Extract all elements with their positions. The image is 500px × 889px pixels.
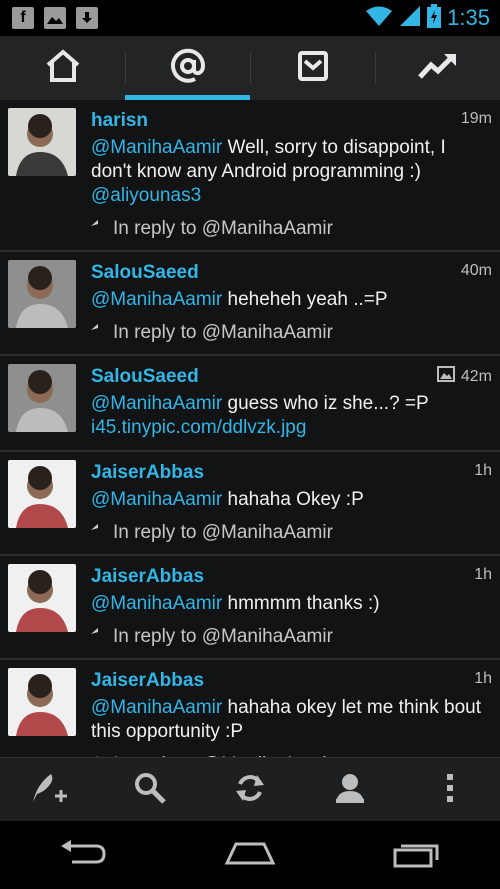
recent-apps-button[interactable] [333,821,500,889]
wifi-icon [365,5,393,32]
tweet-row[interactable]: JaiserAbbas 1h @ManihaAamir hahaha Okey :P… [0,452,500,556]
image-attachment-icon [436,366,455,387]
in-reply-to-label: In reply to @ManihaAamir [113,322,333,343]
tweet-link[interactable]: @aliyounas3 [91,185,201,206]
tweet-timestamp: 19m [460,110,492,127]
tweet-username[interactable]: JaiserAbbas [91,668,490,694]
refresh-icon [233,771,267,810]
gallery-notification-icon [44,7,66,29]
tweet-text: @ManihaAamir Well, sorry to disappoint, … [91,136,490,208]
in-reply-to[interactable]: In reply to @ManihaAamir [91,218,490,240]
tweet-age: 42m [436,366,492,387]
clock: 1:35 [447,5,490,30]
mention-link[interactable]: @ManihaAamir [91,489,222,510]
tweet-age: 40m [461,262,492,280]
tab-messages[interactable] [250,36,375,100]
tweet-username[interactable]: harisn [91,108,490,134]
in-reply-to[interactable]: In reply to @ManihaAamir [91,322,490,344]
avatar[interactable] [8,364,76,432]
search-icon [133,771,167,810]
facebook-notification-icon: f [12,7,34,29]
avatar[interactable] [8,668,76,736]
tweet-age: 1h [474,566,492,584]
tweet-timestamp: 1h [474,670,492,687]
tweet-text: @ManihaAamir heheheh yeah ..=P [91,288,490,312]
mention-link[interactable]: @ManihaAamir [91,393,222,414]
bottom-toolbar [0,757,500,822]
tweet-timestamp: 42m [460,367,492,385]
tab-trends[interactable] [375,36,500,100]
home-nav-button[interactable] [167,821,334,889]
refresh-button[interactable] [200,758,300,822]
profile-button[interactable] [300,758,400,822]
in-reply-to-label: In reply to @ManihaAamir [113,522,333,543]
back-button[interactable] [0,821,167,889]
mail-icon [297,50,329,87]
in-reply-to[interactable]: In reply to @ManihaAamir [91,522,490,544]
tweet-timestamp: 1h [474,462,492,479]
avatar[interactable] [8,460,76,528]
in-reply-to-label: In reply to @ManihaAamir [113,626,333,647]
tweet-username[interactable]: JaiserAbbas [91,564,490,590]
home-nav-icon [224,840,276,871]
tweet-age: 1h [474,670,492,688]
status-bar: f 1:35 [0,0,500,36]
overflow-menu-icon [445,772,455,809]
tweet-text: @ManihaAamir hahaha okey let me think bo… [91,696,490,744]
reply-arrow-icon [91,522,109,544]
tweet-text: @ManihaAamir hmmmm thanks :) [91,592,490,616]
tweet-age: 1h [474,462,492,480]
battery-icon [427,3,442,33]
tweet-row[interactable]: JaiserAbbas 1h @ManihaAamir hmmmm thanks :… [0,556,500,660]
trending-icon [417,51,458,86]
tweet-link[interactable]: i45.tinypic.com/ddlvzk.jpg [91,417,306,438]
tweet-username[interactable]: SalouSaeed [91,364,490,390]
mention-link[interactable]: @ManihaAamir [91,289,222,310]
tab-home[interactable] [0,36,125,100]
back-icon [58,839,108,871]
compose-icon [29,770,71,811]
avatar[interactable] [8,108,76,176]
reply-arrow-icon [91,626,109,648]
tweet-text: @ManihaAamir hahaha Okey :P [91,488,490,512]
profile-icon [335,772,365,809]
home-icon [44,48,82,88]
in-reply-to-label: In reply to @ManihaAamir [113,218,333,239]
compose-button[interactable] [0,758,100,822]
tweet-body: heheheh yeah ..=P [222,289,388,310]
system-nav-bar [0,821,500,889]
tweet-timestamp: 1h [474,566,492,583]
tweet-username[interactable]: SalouSaeed [91,260,490,286]
mention-link[interactable]: @ManihaAamir [91,593,222,614]
mentions-timeline[interactable]: harisn 19m @ManihaAamir Well, sorry to dis… [0,100,500,757]
tweet-body: hmmmm thanks :) [222,593,380,614]
reply-arrow-icon [91,322,109,344]
tweet-row[interactable]: JaiserAbbas 1h @ManihaAamir hahaha okey le… [0,660,500,757]
mention-link[interactable]: @ManihaAamir [91,697,222,718]
avatar[interactable] [8,260,76,328]
tab-mentions[interactable] [125,36,250,100]
in-reply-to[interactable]: In reply to @ManihaAamir [91,626,490,648]
tweet-row[interactable]: harisn 19m @ManihaAamir Well, sorry to dis… [0,100,500,252]
tweet-body: hahaha Okey :P [222,489,364,510]
tweet-username[interactable]: JaiserAbbas [91,460,490,486]
avatar[interactable] [8,564,76,632]
overflow-menu-button[interactable] [400,758,500,822]
tweet-row[interactable]: SalouSaeed 42m @ManihaAamir guess who iz s… [0,356,500,452]
mention-link[interactable]: @ManihaAamir [91,137,222,158]
tab-bar [0,36,500,101]
search-button[interactable] [100,758,200,822]
tweet-age: 19m [461,110,492,128]
download-notification-icon [76,7,98,29]
reply-arrow-icon [91,218,109,240]
tweet-timestamp: 40m [460,262,492,279]
tweet-row[interactable]: SalouSaeed 40m @ManihaAamir heheheh yeah .… [0,252,500,356]
tweet-text: @ManihaAamir guess who iz she...? =P i45.… [91,392,490,440]
signal-icon [399,5,421,32]
tweet-body: guess who iz she...? =P [222,393,429,414]
recent-apps-icon [392,838,442,873]
at-icon [170,48,206,89]
